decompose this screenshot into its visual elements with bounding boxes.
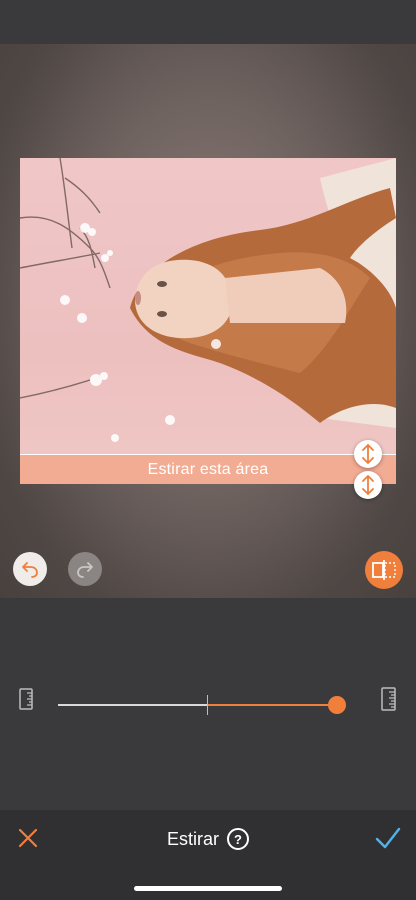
vertical-resize-icon <box>362 444 374 464</box>
tool-title-group: Estirar ? <box>0 825 416 853</box>
vertical-resize-icon <box>362 475 374 495</box>
home-indicator <box>134 886 282 891</box>
status-bar <box>0 0 416 44</box>
compare-button[interactable] <box>365 551 403 589</box>
redo-arrow-icon <box>77 562 93 578</box>
tool-title: Estirar <box>166 828 219 849</box>
stretch-area-band[interactable]: Estirar esta área <box>20 454 396 484</box>
slider-thumb[interactable] <box>328 696 347 714</box>
undo-arrow-icon <box>22 562 38 578</box>
undo-button[interactable] <box>13 552 47 586</box>
question-circle-icon[interactable]: ? <box>227 828 249 850</box>
ruler-icon <box>19 688 33 710</box>
checkmark-icon <box>375 827 401 849</box>
stretch-slider[interactable] <box>0 687 416 720</box>
photo-preview: Estirar esta área <box>20 158 396 484</box>
bottom-toolbar: Estirar ? <box>0 810 416 900</box>
stretch-bottom-handle[interactable] <box>354 471 382 499</box>
slider-fill <box>208 704 338 706</box>
ruler-icon <box>381 687 396 711</box>
stretch-area-label: Estirar esta área <box>147 461 269 478</box>
stretch-top-handle[interactable] <box>354 440 382 468</box>
confirm-button[interactable] <box>374 824 402 852</box>
slider-track[interactable] <box>58 704 208 706</box>
portrait-photo <box>20 158 396 442</box>
redo-button[interactable] <box>68 552 102 586</box>
compare-split-icon <box>372 560 396 580</box>
